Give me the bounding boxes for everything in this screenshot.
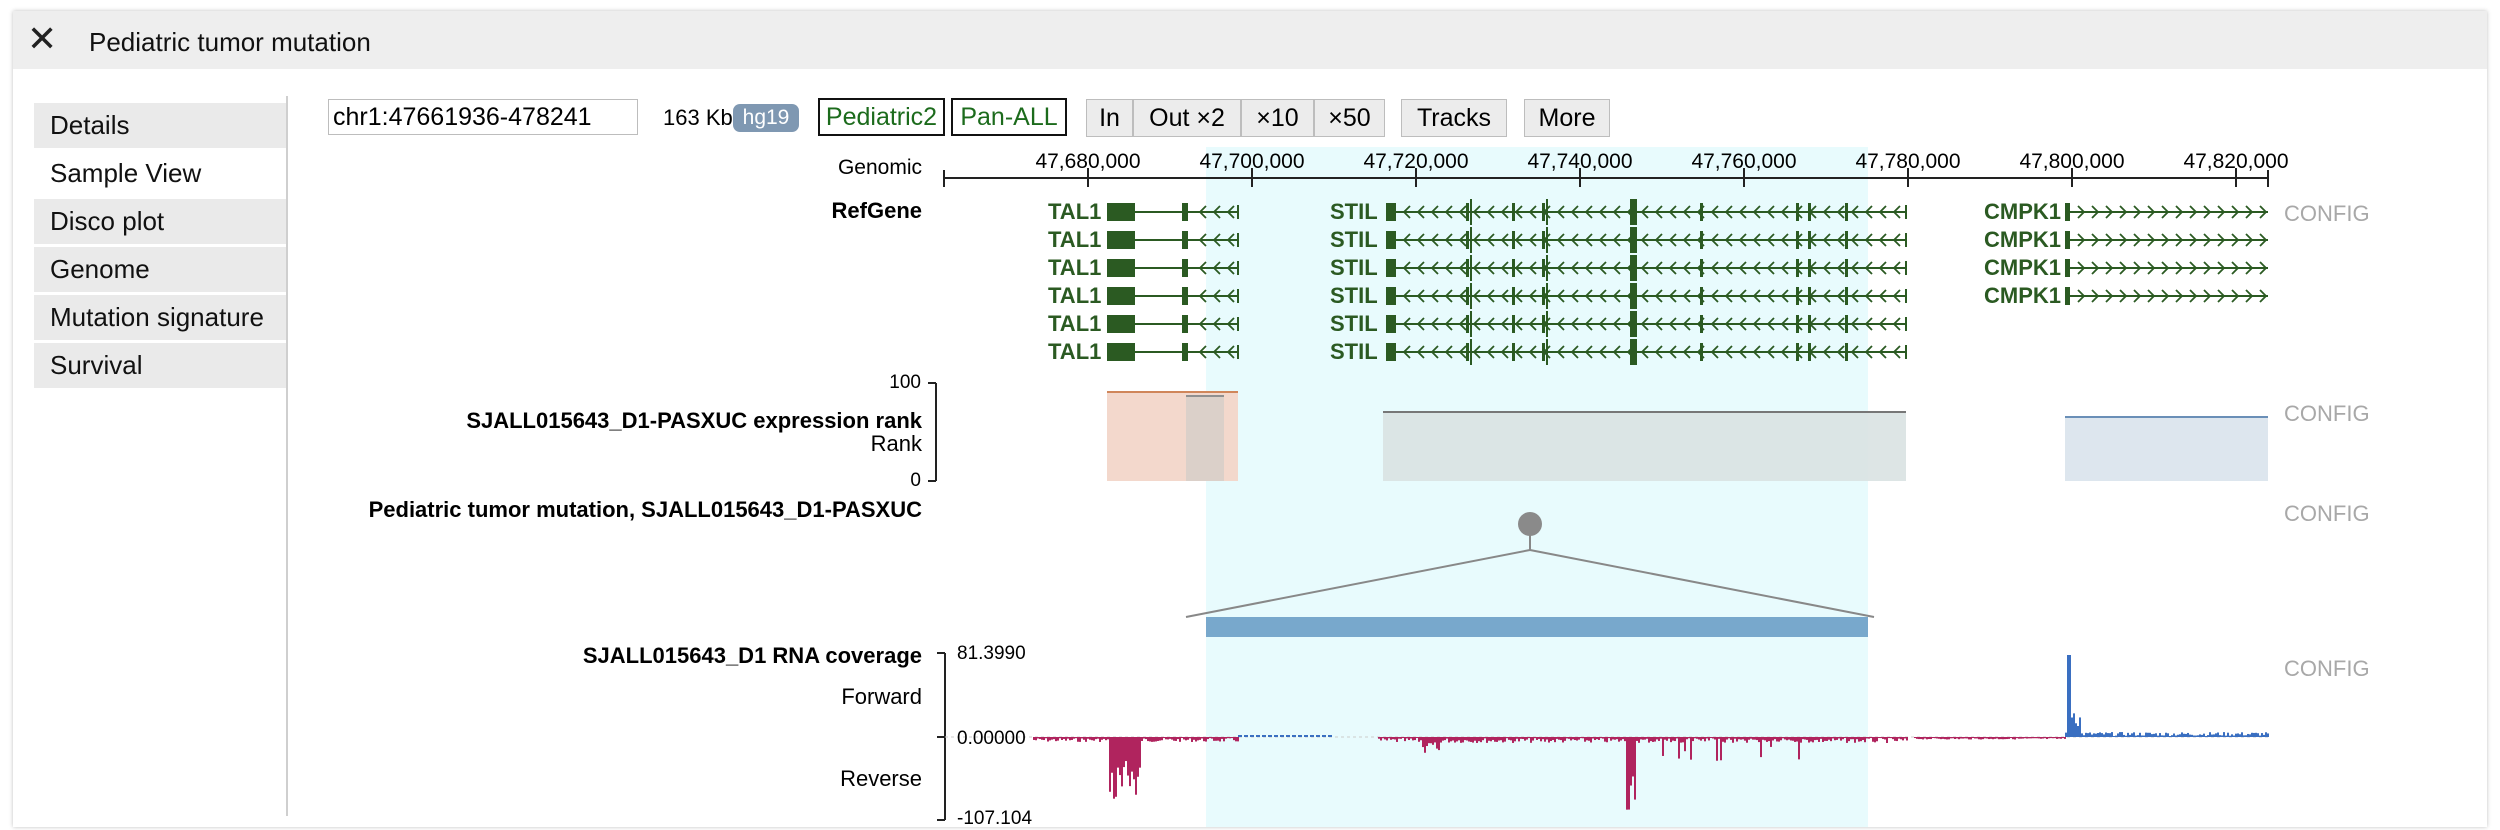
gene-label-tal1: TAL1: [1048, 199, 1102, 224]
sidebar-divider: [286, 96, 288, 816]
ruler-tick-label: 47,820,000: [2183, 150, 2289, 173]
ruler-tick-label: 47,700,000: [1199, 150, 1305, 173]
expression-rank-label: Rank: [870, 431, 922, 456]
gene-label-tal1: TAL1: [1048, 227, 1102, 252]
expression-config-button[interactable]: CONFIG: [2284, 401, 2370, 427]
expression-track-title: SJALL015643_D1-PASXUC expression rank: [466, 408, 922, 433]
tracks-button[interactable]: Tracks: [1401, 99, 1507, 137]
gene-label-cmpk1: CMPK1: [1984, 199, 2062, 224]
close-icon[interactable]: ✕: [27, 19, 57, 59]
gene-label-cmpk1: CMPK1: [1984, 227, 2062, 252]
zoom-out-50-button[interactable]: ×50: [1314, 99, 1385, 137]
sidebar-item-sample-view[interactable]: Sample View: [34, 151, 286, 196]
gene-label-stil: STIL: [1330, 227, 1378, 252]
gene-label-stil: STIL: [1330, 283, 1378, 308]
ruler-tick-label: 47,800,000: [2019, 150, 2125, 173]
dataset-pan-all-button[interactable]: Pan-ALL: [951, 98, 1067, 136]
expression-ymax: 100: [889, 372, 921, 393]
ruler-tick-label: 47,780,000: [1855, 150, 1961, 173]
sidebar-item-genome[interactable]: Genome: [34, 247, 286, 292]
expression-ymin: 0: [910, 470, 921, 491]
coverage-ymax: 81.3990: [957, 643, 1026, 664]
zoom-out-10-button[interactable]: ×10: [1241, 99, 1314, 137]
coverage-track-title: SJALL015643_D1 RNA coverage: [582, 643, 922, 668]
coverage-zero: 0.00000: [957, 728, 1026, 749]
gene-label-tal1: TAL1: [1048, 311, 1102, 336]
gene-label-cmpk1: CMPK1: [1984, 283, 2062, 308]
mutation-track-title: Pediatric tumor mutation, SJALL015643_D1…: [368, 497, 922, 522]
sidebar-item-details[interactable]: Details: [34, 103, 286, 148]
ruler-tick-label: 47,760,000: [1691, 150, 1797, 173]
gene-label-stil: STIL: [1330, 199, 1378, 224]
gene-label-tal1: TAL1: [1048, 255, 1102, 280]
gene-label-stil: STIL: [1330, 339, 1378, 364]
ruler-tick-label: 47,680,000: [1035, 150, 1141, 173]
gene-label-stil: STIL: [1330, 311, 1378, 336]
ruler-label: Genomic: [837, 156, 922, 179]
ruler-tick-label: 47,720,000: [1363, 150, 1469, 173]
coverage-forward-label: Forward: [841, 684, 922, 709]
panel-title: Pediatric tumor mutation: [89, 27, 371, 57]
genome-badge: hg19: [733, 104, 799, 132]
coordinate-input[interactable]: [328, 99, 638, 135]
zoom-out-2-button[interactable]: Out ×2: [1133, 99, 1241, 137]
ruler-tick-label: 47,740,000: [1527, 150, 1633, 173]
mutation-config-button[interactable]: CONFIG: [2284, 501, 2370, 527]
zoom-in-button[interactable]: In: [1086, 99, 1133, 137]
gene-label-tal1: TAL1: [1048, 283, 1102, 308]
sidebar-item-survival[interactable]: Survival: [34, 343, 286, 388]
refgene-config-button[interactable]: CONFIG: [2284, 201, 2370, 227]
span-size: 163 Kb: [663, 105, 733, 130]
title-bar: ✕ Pediatric tumor mutation: [13, 11, 2487, 69]
gene-label-stil: STIL: [1330, 255, 1378, 280]
more-button[interactable]: More: [1524, 99, 1610, 137]
coverage-reverse-label: Reverse: [840, 766, 922, 791]
sidebar-item-disco-plot[interactable]: Disco plot: [34, 199, 286, 244]
gene-label-cmpk1: CMPK1: [1984, 255, 2062, 280]
gene-label-tal1: TAL1: [1048, 339, 1102, 364]
sidebar-item-mutation-signature[interactable]: Mutation signature: [34, 295, 286, 340]
dataset-pediatric2-button[interactable]: Pediatric2: [818, 98, 945, 136]
coverage-config-button[interactable]: CONFIG: [2284, 656, 2370, 682]
refgene-label: RefGene: [831, 198, 922, 223]
